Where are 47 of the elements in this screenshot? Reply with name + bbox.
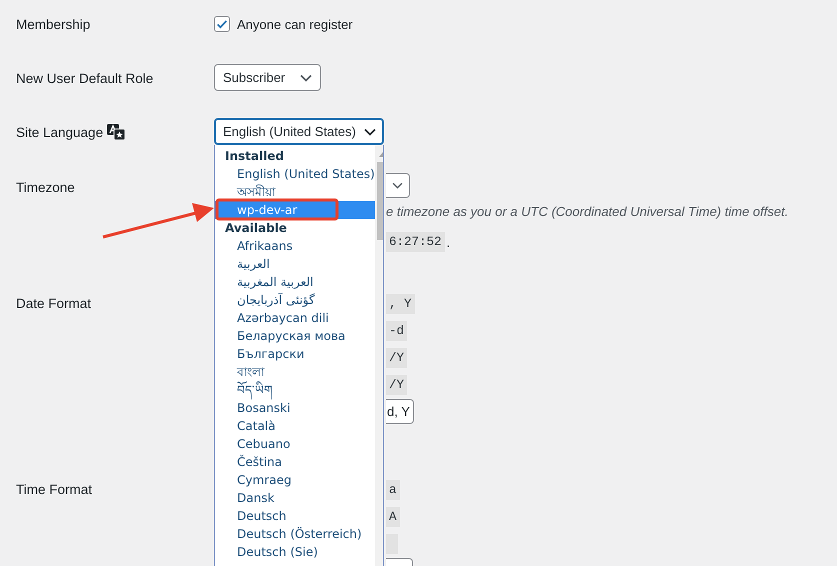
language-option[interactable]: Беларуская мова: [215, 327, 375, 345]
language-option[interactable]: Dansk: [215, 489, 375, 507]
group-header: Installed: [224, 148, 285, 165]
setting-label: Date Format: [16, 296, 92, 311]
language-option[interactable]: বাংলা: [215, 363, 375, 381]
language-option[interactable]: Afrikaans: [215, 237, 375, 255]
language-option[interactable]: Čeština: [215, 453, 375, 471]
setting-label: Site Language: [16, 124, 104, 140]
role-select[interactable]: Subscriber: [214, 64, 321, 91]
setting-label: Timezone: [16, 180, 75, 194]
checkbox[interactable]: [214, 16, 230, 32]
setting-label: Membership: [16, 16, 90, 32]
timezone-select[interactable]: [386, 173, 410, 198]
punctuation: .: [446, 234, 450, 250]
language-option[interactable]: گؤنئی آذربایجان: [215, 291, 375, 309]
language-option[interactable]: བོད་ཡིག: [215, 381, 375, 399]
translate-icon: [107, 124, 126, 140]
chevron-icon: [364, 128, 376, 136]
language-option[interactable]: Azərbaycan dili: [215, 309, 375, 327]
language-option[interactable]: English (United States): [215, 165, 375, 183]
language-option[interactable]: Bosanski: [215, 399, 375, 417]
chevron-icon: [300, 74, 312, 82]
description-text: e timezone as you or a UTC (Coordinated Universal Time) time offset.: [386, 204, 788, 219]
language-select[interactable]: English (United States): [214, 118, 384, 145]
language-option[interactable]: Català: [215, 417, 375, 435]
format-code: , Y: [386, 294, 415, 314]
chevron-icon: [392, 182, 403, 189]
setting-label: New User Default Role: [16, 70, 154, 86]
language-option[interactable]: Deutsch: [215, 507, 375, 525]
format-code: a: [386, 480, 400, 500]
language-option[interactable]: অসমীয়া: [215, 183, 375, 201]
language-option[interactable]: Deutsch (Sie): [215, 543, 375, 561]
checkbox-label: Anyone can register: [237, 16, 353, 32]
format-field[interactable]: d, Y: [386, 399, 414, 424]
language-option[interactable]: Cebuano: [215, 435, 375, 453]
language-option[interactable]: Deutsch (Österreich): [215, 525, 375, 543]
format-code: -d: [386, 320, 408, 340]
group-header: Available: [224, 220, 288, 237]
format-code: A: [386, 506, 400, 526]
language-option[interactable]: العربية: [215, 255, 375, 273]
format-code: /Y: [386, 348, 408, 368]
setting-label: Time Format: [16, 482, 92, 497]
language-option[interactable]: العربية المغربية: [215, 273, 375, 291]
language-option[interactable]: Български: [215, 345, 375, 363]
time-code: 6:27:52: [386, 232, 445, 252]
language-option[interactable]: Cymraeg: [215, 471, 375, 489]
format-code: /Y: [386, 374, 408, 394]
